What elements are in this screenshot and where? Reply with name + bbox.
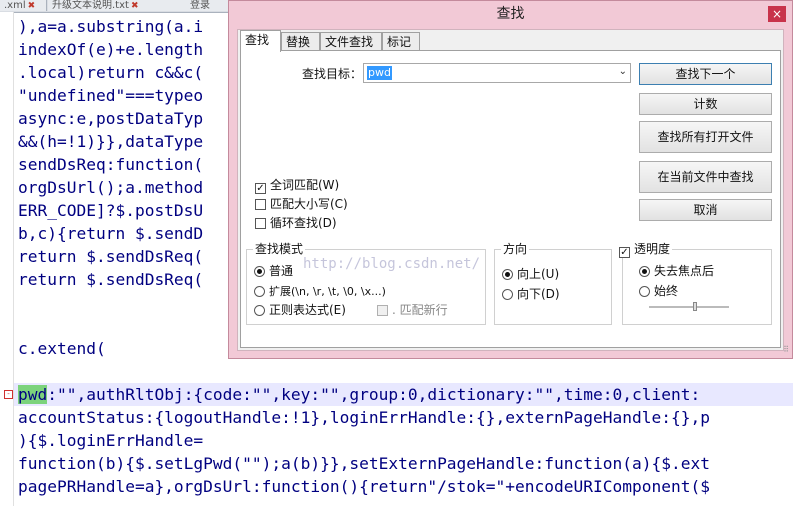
checkbox-label: 透明度 xyxy=(634,242,671,256)
find-tab-panel: 查找目标： pwd ⌄ 查找下一个 计数 查找所有打开文件 在当前文件中查找 取… xyxy=(240,50,781,348)
whole-word-checkbox[interactable]: ✓ 全词匹配(W) xyxy=(255,177,340,194)
editor-tab-readme[interactable]: 升级文本说明.txt ✖ xyxy=(48,0,189,11)
tab-replace[interactable]: 替换 xyxy=(281,32,320,51)
match-case-checkbox[interactable]: 匹配大小写(C) xyxy=(255,196,348,212)
dialog-body: 查找 替换 文件查找 标记 查找目标： pwd ⌄ 查找下一个 计数 查找所有打… xyxy=(237,29,784,351)
checkbox-label: . 匹配新行 xyxy=(392,303,448,317)
tab-find[interactable]: 查找 xyxy=(240,30,281,52)
search-match-highlight: pwd xyxy=(18,385,48,404)
code-line: orgDsUrl();a.method xyxy=(18,178,204,197)
code-line: "undefined"===typeo xyxy=(18,86,204,105)
radio-selected-icon[interactable] xyxy=(502,269,513,280)
code-text: :"",authRltObj:{code:"",key:"",group:0,d… xyxy=(47,385,701,404)
chevron-down-icon[interactable]: ⌄ xyxy=(619,66,627,77)
tab-find-in-files[interactable]: 文件查找 xyxy=(320,32,382,51)
radio-label: 向上(U) xyxy=(517,267,560,281)
find-dialog: 查找 × 查找 替换 文件查找 标记 查找目标： pwd ⌄ 查找下一个 计数 … xyxy=(228,0,793,359)
cancel-button[interactable]: 取消 xyxy=(639,199,772,221)
mode-normal-radio[interactable]: 普通 xyxy=(254,263,293,279)
transparency-slider-track[interactable] xyxy=(649,306,729,308)
find-in-current-file-button[interactable]: 在当前文件中查找 xyxy=(639,161,772,193)
direction-title: 方向 xyxy=(501,242,530,256)
radio-icon[interactable] xyxy=(254,286,265,297)
checkbox-icon[interactable] xyxy=(255,199,266,210)
code-line: async:e,postDataTyp xyxy=(18,109,204,128)
close-icon[interactable]: ✖ xyxy=(28,1,36,11)
code-line: accountStatus:{logoutHandle:!1},loginErr… xyxy=(18,408,710,427)
editor-tab-xml[interactable]: .xml ✖ xyxy=(0,0,47,11)
code-line: function(b){$.setLgPwd("");a(b)}},setExt… xyxy=(18,454,710,473)
radio-label: 始终 xyxy=(654,284,679,298)
checkbox-label: 循环查找(D) xyxy=(270,216,337,230)
code-line: b,c){return $.sendD xyxy=(18,224,204,243)
mode-regex-radio[interactable]: 正则表达式(E) xyxy=(254,302,346,318)
radio-label: 向下(D) xyxy=(517,287,560,301)
radio-icon[interactable] xyxy=(502,289,513,300)
resize-grip-icon[interactable]: ⠿ xyxy=(783,345,789,354)
direction-down-radio[interactable]: 向下(D) xyxy=(502,286,560,302)
find-target-combobox[interactable]: pwd ⌄ xyxy=(363,63,631,83)
search-mode-title: 查找模式 xyxy=(253,242,306,256)
radio-icon[interactable] xyxy=(639,286,650,297)
radio-selected-icon[interactable] xyxy=(254,266,265,277)
tab-label: 登录 xyxy=(190,0,210,11)
code-line: &&(h=!1)}},dataType xyxy=(18,132,204,151)
transparency-always-radio[interactable]: 始终 xyxy=(639,283,678,299)
transparency-on-lose-focus-radio[interactable]: 失去焦点后 xyxy=(639,263,714,279)
radio-label: 正则表达式(E) xyxy=(269,303,346,317)
wrap-around-checkbox[interactable]: 循环查找(D) xyxy=(255,215,337,231)
radio-label: 失去焦点后 xyxy=(654,264,715,278)
checkbox-label: 匹配大小写(C) xyxy=(270,197,348,211)
fold-margin-line xyxy=(13,12,14,506)
dot-matches-newline-checkbox[interactable]: . 匹配新行 xyxy=(377,302,448,318)
code-line: ){$.loginErrHandle= xyxy=(18,431,204,450)
count-button[interactable]: 计数 xyxy=(639,93,772,115)
close-icon[interactable]: ✖ xyxy=(131,1,139,11)
code-line: sendDsReq:function( xyxy=(18,155,204,174)
checkbox-disabled-icon[interactable] xyxy=(377,305,388,316)
code-line-current: pwd:"",authRltObj:{code:"",key:"",group:… xyxy=(14,383,793,406)
fold-toggle-icon[interactable]: - xyxy=(4,390,13,399)
code-line-extend: c.extend( xyxy=(18,339,106,358)
radio-icon[interactable] xyxy=(254,305,265,316)
transparency-group: ✓ 透明度 失去焦点后 始终 xyxy=(617,241,772,325)
tab-label: 升级文本说明.txt xyxy=(52,0,129,11)
close-button[interactable]: × xyxy=(768,6,786,22)
code-line: ),a=a.substring(a.i xyxy=(18,17,204,36)
transparency-slider-thumb[interactable] xyxy=(693,302,697,311)
code-line: .local)return c&&c( xyxy=(18,63,204,82)
mode-extended-radio[interactable]: 扩展(\n, \r, \t, \0, \x...) xyxy=(254,283,386,299)
checkbox-checked-icon[interactable]: ✓ xyxy=(619,247,630,258)
tab-label: .xml xyxy=(4,0,26,11)
radio-label: 普通 xyxy=(269,264,294,278)
checkbox-icon[interactable] xyxy=(255,218,266,229)
editor-margin xyxy=(0,12,14,506)
direction-up-radio[interactable]: 向上(U) xyxy=(502,266,559,282)
find-target-label: 查找目标： xyxy=(302,67,363,81)
code-line: ERR_CODE]?$.postDsU xyxy=(18,201,204,220)
transparency-checkbox[interactable]: ✓ 透明度 xyxy=(617,241,673,258)
find-target-value[interactable]: pwd xyxy=(367,66,392,80)
code-line: return $.sendDsReq( xyxy=(18,270,204,289)
code-line: indexOf(e)+e.length xyxy=(18,40,204,59)
code-line: pagePRHandle=a},orgDsUrl:function(){retu… xyxy=(18,477,710,496)
watermark: http://blog.csdn.net/ xyxy=(303,256,481,272)
radio-selected-icon[interactable] xyxy=(639,266,650,277)
checkbox-checked-icon[interactable]: ✓ xyxy=(255,183,266,194)
tab-mark[interactable]: 标记 xyxy=(382,32,420,51)
dialog-title[interactable]: 查找 xyxy=(229,1,792,27)
find-next-button[interactable]: 查找下一个 xyxy=(639,63,772,85)
code-line: return $.sendDsReq( xyxy=(18,247,204,266)
checkbox-label: 全词匹配(W) xyxy=(270,178,340,192)
find-all-open-files-button[interactable]: 查找所有打开文件 xyxy=(639,121,772,153)
direction-group: 方向 向上(U) 向下(D) xyxy=(494,242,612,325)
radio-label: 扩展(\n, \r, \t, \0, \x...) xyxy=(269,285,386,298)
